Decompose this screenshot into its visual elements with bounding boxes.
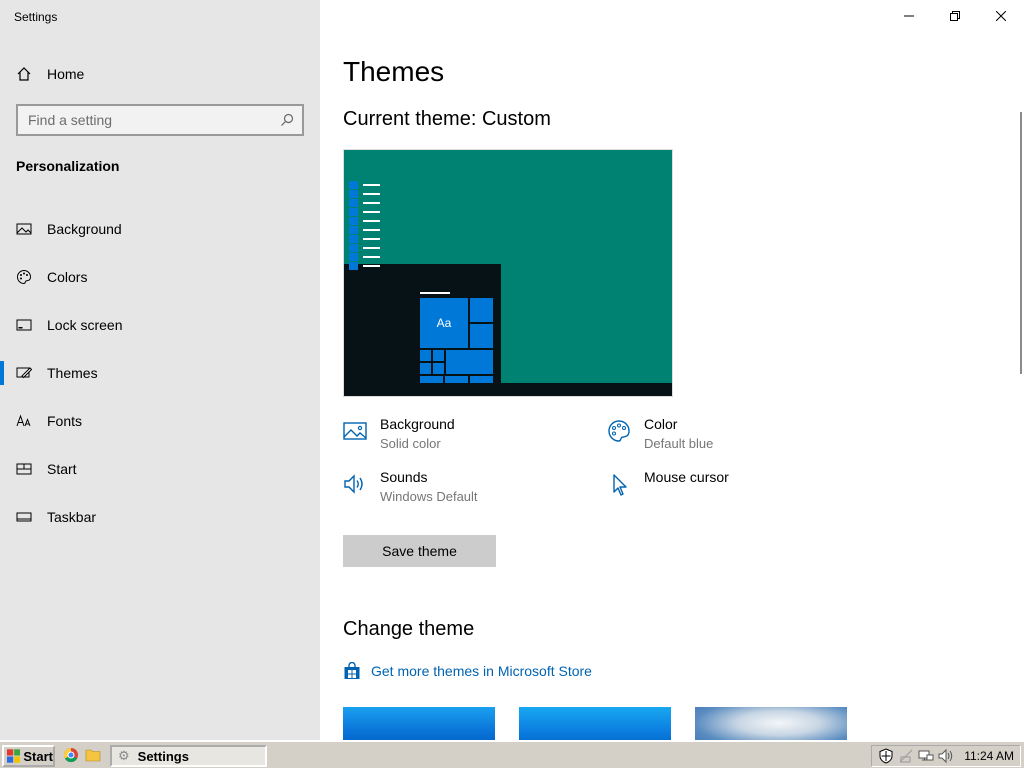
themes-icon (16, 365, 32, 381)
property-title: Sounds (380, 469, 428, 485)
sidebar-item-colors[interactable]: Colors (0, 253, 320, 301)
page-title: Themes (343, 56, 445, 87)
store-link[interactable]: Get more themes in Microsoft Store (343, 662, 592, 680)
property-subtitle: Default blue (644, 436, 714, 451)
home-icon (17, 67, 31, 81)
theme-properties: Background Solid color Color Default blu… (343, 415, 883, 515)
preview-app-list (349, 180, 380, 270)
property-subtitle: Solid color (380, 436, 441, 451)
selection-indicator (0, 361, 4, 385)
taskbar-icon (16, 509, 32, 525)
preview-sample-text: Aa (436, 316, 452, 330)
search-input[interactable]: Find a setting (16, 104, 304, 136)
close-button[interactable] (978, 0, 1024, 32)
task-label: Settings (137, 748, 189, 764)
sidebar-item-label: Lock screen (47, 317, 123, 333)
window-title: Settings (14, 10, 58, 24)
search-icon (281, 113, 294, 126)
home-nav[interactable]: Home (16, 62, 84, 86)
settings-window: Settings Home Find a setting Personaliza… (0, 0, 1024, 768)
palette-icon (16, 269, 32, 285)
sidebar-item-fonts[interactable]: Fonts (0, 397, 320, 445)
preview-taskbar (344, 383, 672, 396)
taskbar-button-settings[interactable]: ⚙ Settings (110, 745, 267, 767)
start-label: Start (23, 748, 53, 764)
change-theme-heading: Change theme (343, 618, 475, 640)
clock[interactable]: 11:24 AM (964, 749, 1014, 763)
property-title: Mouse cursor (644, 469, 729, 485)
preview-tile (446, 350, 493, 374)
theme-thumbnail[interactable] (695, 707, 847, 740)
sidebar: Settings Home Find a setting Personaliza… (0, 0, 320, 740)
volume-icon[interactable] (938, 748, 954, 764)
restore-button[interactable] (932, 0, 978, 32)
restore-icon (950, 11, 960, 21)
network-icon[interactable] (918, 748, 934, 764)
chrome-icon[interactable] (63, 747, 79, 763)
close-icon (996, 11, 1006, 21)
network-disabled-icon[interactable] (898, 748, 914, 764)
sidebar-item-lock-screen[interactable]: Lock screen (0, 301, 320, 349)
picture-icon (343, 419, 367, 443)
palette-icon (607, 419, 631, 443)
main-content: Themes Current theme: Custom Aa Backgrou… (320, 0, 1024, 740)
minimize-icon (904, 15, 914, 17)
store-icon (344, 662, 360, 679)
folder-icon[interactable] (85, 747, 101, 763)
theme-thumbnail[interactable] (519, 707, 671, 740)
mouse-cursor-property[interactable]: Mouse cursor (607, 468, 729, 496)
gear-icon: ⚙ (118, 748, 130, 763)
property-title: Color (644, 416, 678, 432)
current-theme-heading: Current theme: Custom (343, 108, 551, 130)
windows-logo-icon (7, 749, 21, 763)
start-icon (16, 461, 32, 477)
preview-tile (470, 324, 493, 348)
sidebar-item-label: Colors (47, 269, 88, 285)
start-button[interactable]: Start (2, 745, 55, 767)
security-shield-icon[interactable] (878, 748, 894, 764)
preview-tiles-header (420, 292, 450, 294)
minimize-button[interactable] (886, 0, 932, 32)
background-property[interactable]: Background Solid color (343, 415, 455, 453)
search-placeholder: Find a setting (28, 112, 113, 128)
sidebar-item-themes[interactable]: Themes (0, 349, 320, 397)
preview-tile (420, 363, 431, 374)
save-theme-button[interactable]: Save theme (343, 535, 496, 567)
sidebar-item-label: Themes (47, 365, 98, 381)
sounds-property[interactable]: Sounds Windows Default (343, 468, 478, 506)
lock-screen-icon (16, 317, 32, 333)
system-tray: 11:24 AM (871, 745, 1021, 767)
store-link-label: Get more themes in Microsoft Store (371, 663, 592, 679)
os-taskbar: Start ⚙ Settings 11:24 AM (0, 740, 1024, 768)
sidebar-item-label: Start (47, 461, 77, 477)
preview-tile (470, 298, 493, 322)
cursor-icon (607, 472, 631, 496)
sidebar-item-background[interactable]: Background (0, 205, 320, 253)
section-title: Personalization (16, 158, 120, 174)
home-label: Home (47, 66, 85, 82)
property-subtitle: Windows Default (380, 489, 478, 504)
preview-tile (433, 363, 444, 374)
property-title: Background (380, 416, 455, 432)
sidebar-item-taskbar[interactable]: Taskbar (0, 493, 320, 541)
sidebar-item-start[interactable]: Start (0, 445, 320, 493)
speaker-icon (343, 472, 367, 496)
preview-tile (420, 350, 431, 361)
scrollbar[interactable] (1020, 112, 1022, 374)
theme-preview: Aa (343, 149, 673, 397)
sidebar-item-label: Taskbar (47, 509, 97, 525)
sidebar-item-label: Fonts (47, 413, 83, 429)
color-property[interactable]: Color Default blue (607, 415, 713, 453)
sidebar-item-label: Background (47, 221, 122, 237)
preview-tile (433, 350, 444, 361)
window-controls (886, 0, 1024, 32)
sidebar-nav: Background Colors Lock screen Themes Fon… (0, 205, 320, 541)
theme-thumbnail[interactable] (343, 707, 495, 740)
picture-icon (16, 221, 32, 237)
fonts-icon (16, 413, 32, 429)
